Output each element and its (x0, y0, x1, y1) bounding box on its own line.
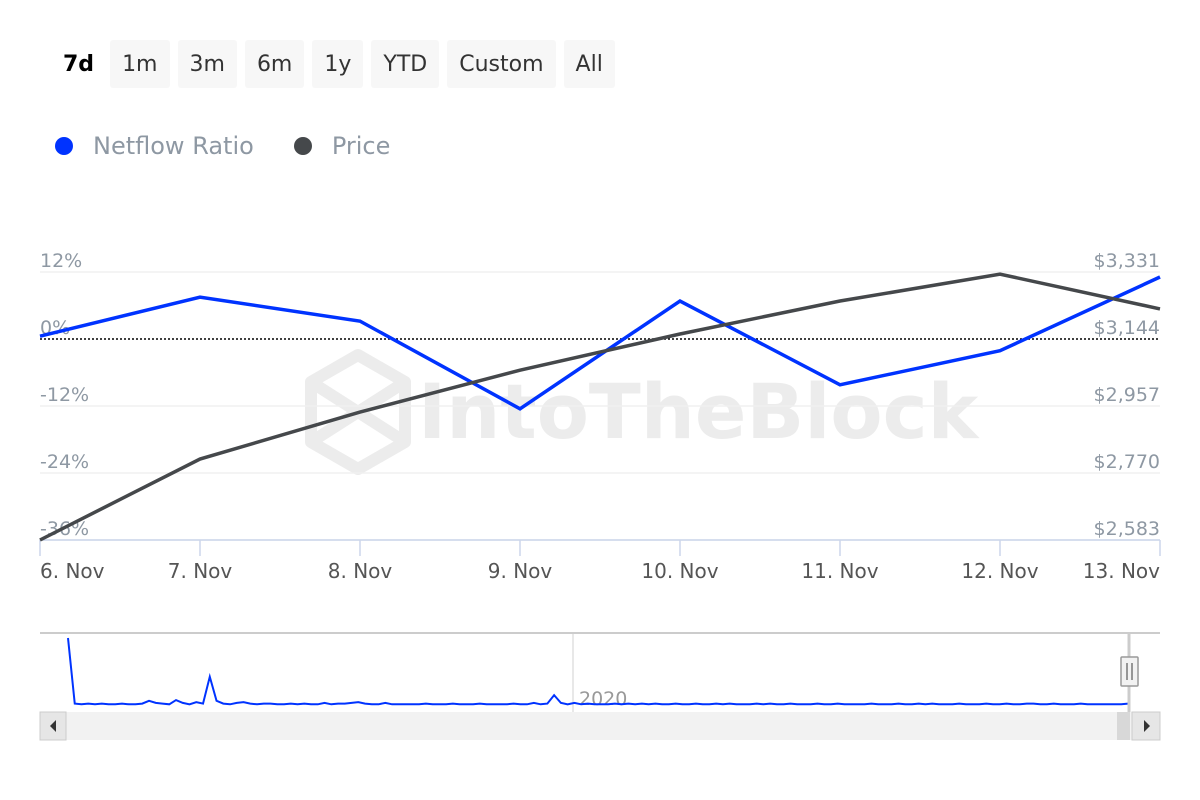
navigator[interactable]: 2020 (39, 632, 1161, 741)
y-right-tick-label: $2,583 (1094, 518, 1160, 540)
x-tick-label: 13. Nov (1083, 559, 1160, 583)
data-point-netflow-ratio[interactable] (517, 406, 523, 412)
y-left-tick-label: -12% (40, 384, 89, 406)
data-point-price[interactable] (517, 367, 523, 373)
chart-area: IntoTheBlock 12%0%-12%-24%-36% $3,331$3,… (37, 250, 1163, 741)
data-point-price[interactable] (677, 331, 683, 337)
y-left-tick-label: 12% (40, 250, 82, 272)
navigator-year-label: 2020 (579, 688, 627, 710)
x-tick-label: 10. Nov (641, 559, 718, 583)
scroll-right-button[interactable] (1131, 711, 1161, 741)
data-point-netflow-ratio[interactable] (677, 298, 683, 304)
data-point-netflow-ratio[interactable] (1157, 274, 1163, 280)
scrollbar-thumb[interactable] (1117, 712, 1130, 740)
x-axis: 6. Nov 7. Nov 8. Nov 9. Nov 10. Nov 11. Nov 12… (39, 539, 1161, 583)
y-right-tick-label: $3,331 (1094, 250, 1160, 272)
data-point-price[interactable] (837, 298, 843, 304)
watermark-text: IntoTheBlock (418, 367, 980, 456)
data-point-price[interactable] (197, 456, 203, 462)
x-tick-label: 9. Nov (488, 559, 553, 583)
scrollbar-track[interactable] (40, 712, 1160, 740)
x-tick-label: 7. Nov (168, 559, 233, 583)
data-point-netflow-ratio[interactable] (37, 333, 43, 339)
y-axis-left: 12%0%-12%-24%-36% (40, 250, 89, 540)
data-point-price[interactable] (357, 409, 363, 415)
data-point-price[interactable] (37, 537, 43, 543)
y-left-tick-label: -24% (40, 451, 89, 473)
scroll-left-button[interactable] (39, 711, 67, 741)
watermark: IntoTheBlock (305, 349, 980, 475)
x-tick-label: 6. Nov (40, 559, 105, 583)
y-right-tick-label: $2,957 (1094, 384, 1160, 406)
data-point-price[interactable] (1157, 306, 1163, 312)
x-tick-label: 11. Nov (801, 559, 878, 583)
y-right-tick-label: $3,144 (1094, 317, 1160, 339)
data-point-netflow-ratio[interactable] (197, 294, 203, 300)
y-right-tick-label: $2,770 (1094, 451, 1160, 473)
data-point-netflow-ratio[interactable] (357, 318, 363, 324)
data-point-netflow-ratio[interactable] (997, 348, 1003, 354)
x-tick-label: 8. Nov (328, 559, 393, 583)
gridlines (40, 271, 1160, 541)
navigator-handle[interactable] (1120, 656, 1139, 687)
data-point-netflow-ratio[interactable] (837, 382, 843, 388)
x-tick-label: 12. Nov (961, 559, 1038, 583)
data-point-price[interactable] (997, 271, 1003, 277)
